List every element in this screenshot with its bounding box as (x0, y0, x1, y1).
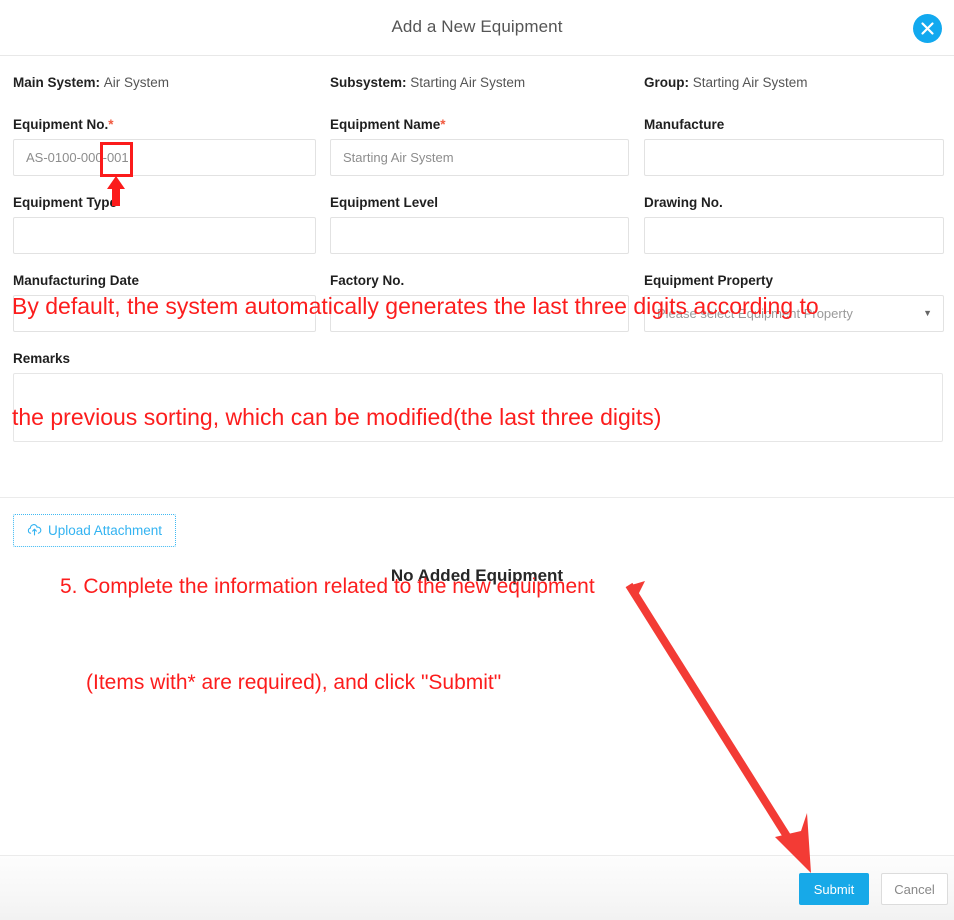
context-main-system-value: Air System (103, 75, 170, 90)
field-factory-no-label: Factory No. (330, 273, 405, 288)
field-equipment-type-label: Equipment Type (13, 195, 118, 210)
drawing-no-input[interactable] (644, 217, 944, 254)
equipment-property-select[interactable]: Please select Equipment Property ▼ (644, 295, 944, 332)
field-remarks-label: Remarks (13, 351, 71, 366)
empty-state-text: No Added Equipment (390, 566, 564, 585)
context-subsystem-label: Subsystem (330, 75, 403, 90)
context-subsystem: Subsystem: Starting Air System (330, 75, 526, 90)
cloud-upload-icon (27, 523, 42, 539)
dialog-body: Main System: Air System Subsystem: Start… (0, 56, 954, 855)
page-title: Add a New Equipment (391, 17, 563, 36)
field-manufacture-label: Manufacture (644, 117, 725, 132)
upload-attachment-label: Upload Attachment (47, 523, 163, 538)
required-marker: * (108, 117, 114, 132)
manufacturing-date-input[interactable] (13, 295, 316, 332)
close-icon[interactable] (913, 14, 942, 43)
manufacture-input[interactable] (644, 139, 944, 176)
equipment-property-placeholder: Please select Equipment Property (657, 306, 853, 321)
field-equipment-name-label: Equipment Name* (330, 117, 446, 132)
equipment-type-input[interactable] (13, 217, 316, 254)
equipment-level-input[interactable] (330, 217, 629, 254)
context-group-label: Group (644, 75, 685, 90)
context-main-system-label: Main System (13, 75, 96, 90)
field-equipment-level-label: Equipment Level (330, 195, 439, 210)
field-equipment-property-label: Equipment Property (644, 273, 774, 288)
section-divider (0, 497, 954, 498)
dialog-footer: Submit Cancel (0, 855, 954, 920)
factory-no-input[interactable] (330, 295, 629, 332)
equipment-name-input[interactable]: Starting Air System (330, 139, 629, 176)
chevron-down-icon: ▼ (923, 308, 932, 318)
required-marker: * (440, 117, 446, 132)
context-row: Main System: Air System Subsystem: Start… (0, 75, 954, 97)
field-drawing-no-label: Drawing No. (644, 195, 723, 210)
field-equipment-no-label: Equipment No.* (13, 117, 114, 132)
equipment-no-input[interactable]: AS-0100-000-001 (13, 139, 316, 176)
upload-attachment-button[interactable]: Upload Attachment (13, 514, 176, 547)
submit-button[interactable]: Submit (799, 873, 869, 905)
context-main-system: Main System: Air System (13, 75, 170, 90)
remarks-textarea[interactable] (13, 373, 943, 442)
context-subsystem-value: Starting Air System (410, 75, 526, 90)
context-group-value: Starting Air System (692, 75, 808, 90)
field-manufacturing-date-label: Manufacturing Date (13, 273, 140, 288)
cancel-button[interactable]: Cancel (881, 873, 948, 905)
context-group: Group: Starting Air System (644, 75, 808, 90)
dialog-header: Add a New Equipment (0, 0, 954, 56)
add-equipment-dialog: Add a New Equipment Main System: Air Sys… (0, 0, 954, 920)
